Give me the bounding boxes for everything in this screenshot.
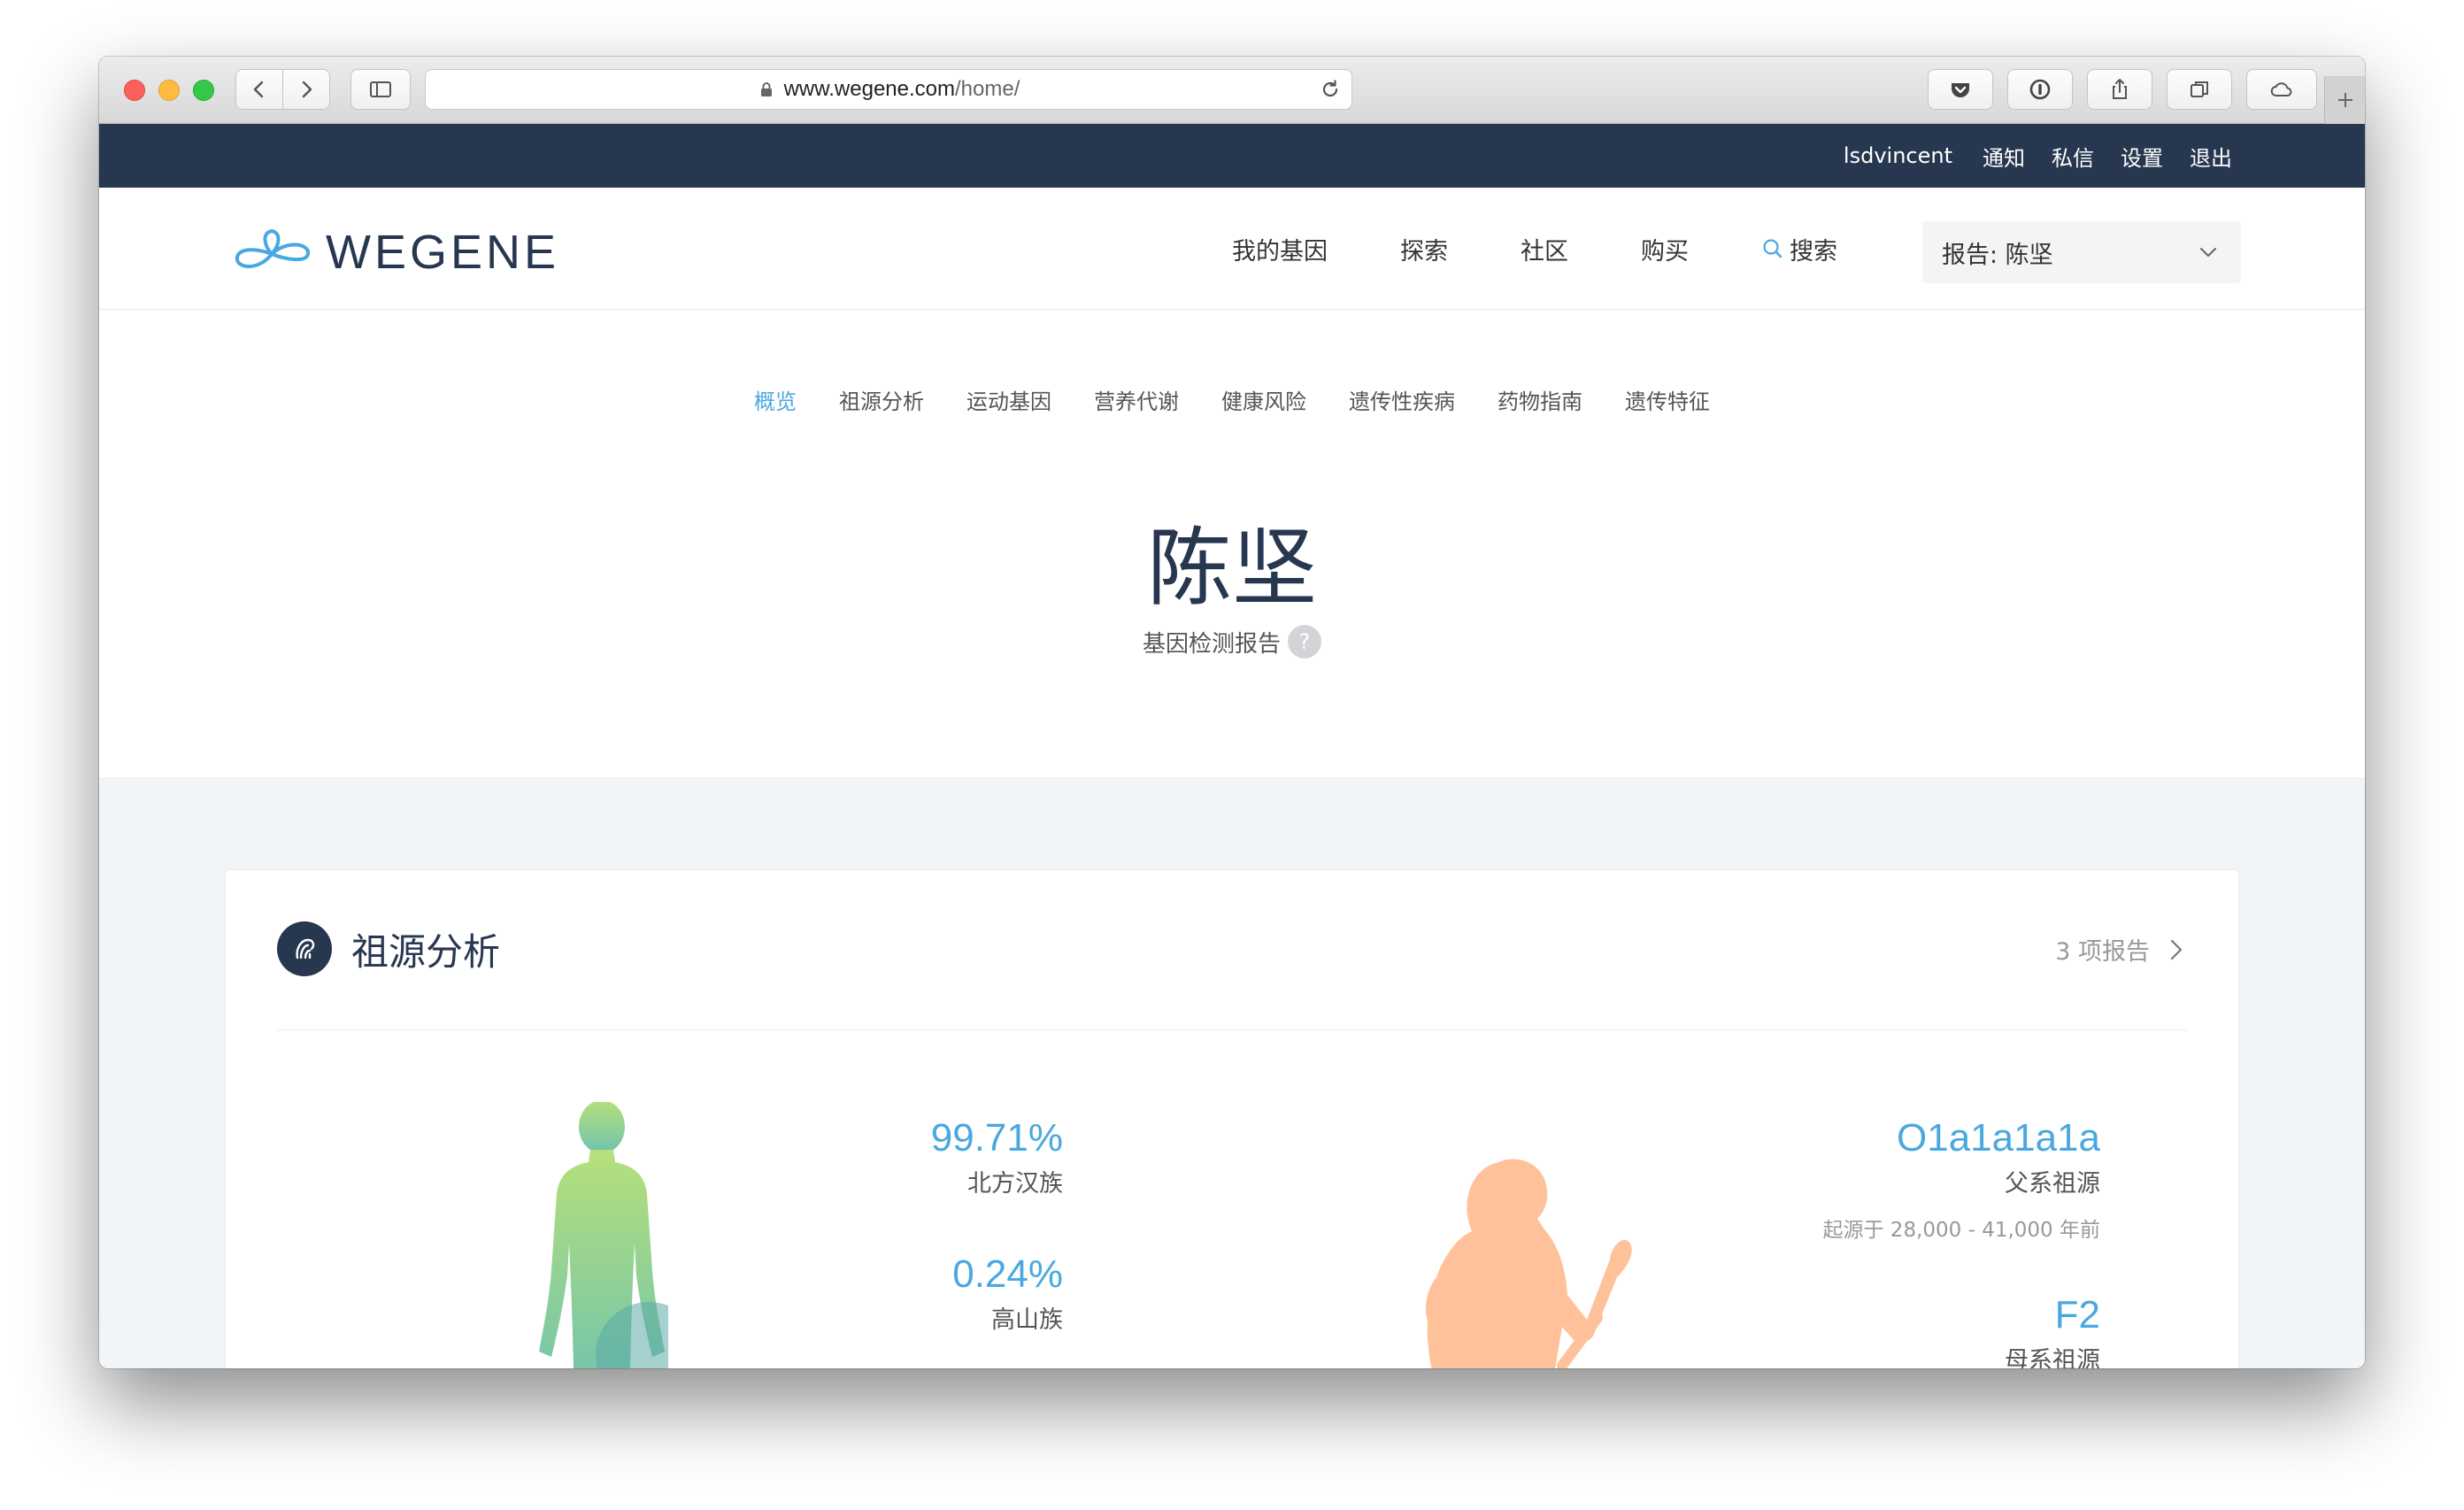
ethnicity-stat: 0.24% 高山族	[952, 1252, 1063, 1335]
maternal-stat: F2 母系祖源	[2005, 1293, 2100, 1368]
minimize-window-button[interactable]	[158, 80, 180, 101]
ethnicity-human-figure	[539, 1102, 668, 1368]
summary-section: 祖源分析 3 项报告 99.71% 北方汉族 0.24% 高山族 O1a1a1a…	[99, 777, 2365, 1368]
password-manager-button[interactable]	[2007, 69, 2073, 110]
help-icon[interactable]: ?	[1288, 625, 1321, 659]
tab-overview[interactable]: 概览	[754, 384, 797, 420]
pocket-button[interactable]	[1928, 69, 1993, 110]
url-path: /home/	[955, 77, 1020, 101]
chevron-left-icon	[253, 81, 264, 98]
report-tabs: 概览 祖源分析 运动基因 营养代谢 健康风险 遗传性疾病 药物指南 遗传特征	[99, 384, 2365, 420]
reload-icon[interactable]	[1318, 77, 1343, 102]
logout-link[interactable]: 退出	[2190, 141, 2232, 172]
chevron-right-icon	[302, 81, 312, 98]
tab-genetic-disease[interactable]: 遗传性疾病	[1349, 384, 1455, 420]
primary-nav: 我的基因 探索 社区 购买 搜索	[1232, 188, 1837, 310]
ethnicity-label: 北方汉族	[967, 1170, 1063, 1198]
card-header: 祖源分析	[277, 921, 500, 976]
reports-link[interactable]: 3 项报告	[2055, 932, 2187, 967]
share-icon	[2113, 79, 2127, 99]
user-bar: lsdvincent 通知 私信 设置 退出	[99, 124, 2365, 188]
nav-community[interactable]: 社区	[1521, 232, 1568, 266]
browser-window: www.wegene.com/home/ lsdvincent 通知 私信 设置…	[99, 57, 2365, 1368]
tabs-icon	[2191, 81, 2208, 97]
ethnicity-label: 高山族	[991, 1306, 1063, 1334]
tab-traits[interactable]: 遗传特征	[1625, 384, 1710, 420]
close-window-button[interactable]	[124, 80, 145, 101]
maternal-haplogroup[interactable]: F2	[2005, 1293, 2100, 1337]
nav-my-genes[interactable]: 我的基因	[1232, 232, 1328, 266]
brand-name: WEGENE	[326, 226, 560, 279]
paternal-origin-note: 起源于 28,000 - 41,000 年前	[1822, 1219, 2101, 1242]
zoom-window-button[interactable]	[193, 80, 214, 101]
tabs-overview-button[interactable]	[2167, 69, 2232, 110]
browser-toolbar: www.wegene.com/home/	[99, 57, 2365, 124]
nav-search[interactable]: 搜索	[1761, 232, 1837, 266]
ethnicity-stat: 99.71% 北方汉族	[931, 1116, 1063, 1198]
chevron-right-icon	[2170, 939, 2183, 959]
nav-purchase[interactable]: 购买	[1641, 232, 1689, 266]
chevron-down-icon	[2200, 248, 2216, 257]
settings-link[interactable]: 设置	[2121, 141, 2163, 172]
report-selector-value: 报告: 陈坚	[1942, 241, 2053, 269]
report-selector[interactable]: 报告: 陈坚	[1922, 221, 2241, 283]
username-link[interactable]: lsdvincent	[1844, 143, 1952, 168]
subtitle-text: 基因检测报告	[1142, 630, 1281, 658]
search-label: 搜索	[1790, 237, 1837, 266]
tab-drug-guide[interactable]: 药物指南	[1498, 384, 1582, 420]
search-icon	[1763, 239, 1783, 258]
sidebar-icon	[370, 81, 391, 97]
tab-health-risk[interactable]: 健康风险	[1221, 384, 1306, 420]
lock-icon	[760, 82, 772, 96]
tab-athletic[interactable]: 运动基因	[966, 384, 1051, 420]
haplogroup-caveman-figure	[1425, 1159, 1632, 1368]
plus-icon	[2337, 93, 2352, 107]
new-tab-button[interactable]	[2324, 76, 2365, 124]
cloud-icon	[2270, 82, 2292, 96]
page-subtitle: 基因检测报告 ?	[99, 625, 2365, 659]
ancestry-card: 祖源分析 3 项报告 99.71% 北方汉族 0.24% 高山族 O1a1a1a…	[225, 869, 2239, 1368]
paternal-stat: O1a1a1a1a 父系祖源 起源于 28,000 - 41,000 年前	[1823, 1116, 2101, 1243]
wegene-logo-icon	[235, 229, 310, 268]
url-domain: www.wegene.com	[783, 77, 956, 101]
card-divider	[277, 1029, 2187, 1030]
tab-ancestry[interactable]: 祖源分析	[839, 384, 924, 420]
notifications-link[interactable]: 通知	[1983, 141, 2025, 172]
icloud-tabs-button[interactable]	[2246, 69, 2317, 110]
maternal-label: 母系祖源	[2005, 1347, 2100, 1368]
brand-logo[interactable]: WEGENE	[232, 225, 559, 280]
report-count: 3 项报告	[2055, 938, 2150, 966]
forward-button[interactable]	[282, 69, 330, 110]
sidebar-toggle-button[interactable]	[350, 69, 411, 110]
pocket-icon	[1952, 83, 1969, 97]
main-nav: WEGENE 我的基因 探索 社区 购买 搜索 报告: 陈坚	[99, 188, 2365, 310]
password-icon	[2029, 79, 2051, 100]
address-bar[interactable]: www.wegene.com/home/	[425, 69, 1352, 110]
nav-explore[interactable]: 探索	[1400, 232, 1448, 266]
ancestry-icon	[277, 921, 332, 976]
ethnicity-percentage: 99.71%	[930, 1116, 1063, 1159]
share-button[interactable]	[2087, 69, 2152, 110]
back-button[interactable]	[235, 69, 283, 110]
ethnicity-percentage: 0.24%	[952, 1252, 1063, 1296]
paternal-label: 父系祖源	[2005, 1170, 2100, 1198]
card-title: 祖源分析	[351, 929, 501, 974]
page-title: 陈坚	[1147, 519, 1317, 618]
messages-link[interactable]: 私信	[2052, 141, 2094, 172]
tab-nutrition[interactable]: 营养代谢	[1094, 384, 1179, 420]
paternal-haplogroup[interactable]: O1a1a1a1a	[1823, 1116, 2100, 1160]
